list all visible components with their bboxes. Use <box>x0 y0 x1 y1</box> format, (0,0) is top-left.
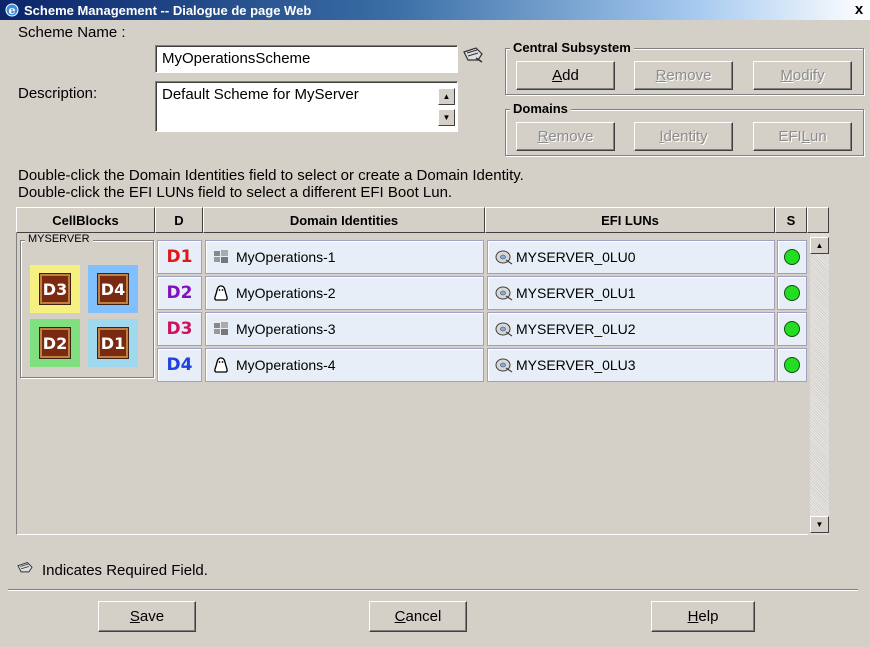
grid-scroll-up-button[interactable]: ▲ <box>810 237 829 254</box>
grid-scroll-down-button[interactable]: ▼ <box>810 516 829 533</box>
description-label: Description: <box>18 85 98 102</box>
required-field-note: Indicates Required Field. <box>42 562 208 579</box>
help-button[interactable]: Help <box>651 601 755 632</box>
cellblock-tile-label: D4 <box>98 274 128 304</box>
cellblock-tile-label: D1 <box>98 328 128 358</box>
required-field-icon <box>463 47 483 63</box>
remove-subsystem-button[interactable]: Remove <box>634 61 733 90</box>
domain-identity-cell[interactable]: MyOperations-2 <box>205 276 484 310</box>
column-header-spacer <box>807 207 829 233</box>
remove-domain-button[interactable]: Remove <box>516 122 615 151</box>
window-title: Scheme Management -- Dialogue de page We… <box>24 2 312 18</box>
domain-identity-cell[interactable]: MyOperations-3 <box>205 312 484 346</box>
domains-legend: Domains <box>510 101 571 116</box>
status-indicator-icon <box>784 321 800 337</box>
status-indicator-icon <box>784 249 800 265</box>
svg-text:e: e <box>9 4 16 17</box>
close-button[interactable]: x <box>850 1 868 19</box>
domain-d-cell[interactable]: D4 <box>157 348 202 382</box>
efi-lun-text: MYSERVER_0LU1 <box>516 285 636 301</box>
status-cell[interactable] <box>777 276 807 310</box>
ie-icon: e <box>5 3 19 17</box>
column-header-efi-luns[interactable]: EFI LUNs <box>485 207 775 233</box>
add-subsystem-button[interactable]: Add <box>516 61 615 90</box>
footer-separator <box>8 589 858 591</box>
efi-lun-text: MYSERVER_0LU3 <box>516 357 636 373</box>
scheme-name-input[interactable]: MyOperationsScheme <box>155 45 458 73</box>
domain-d-cell[interactable]: D3 <box>157 312 202 346</box>
domain-identity-text: MyOperations-1 <box>236 249 336 265</box>
domain-identity-text: MyOperations-3 <box>236 321 336 337</box>
cellblock-tile-label: D3 <box>40 274 70 304</box>
domain-badge: D2 <box>166 283 193 303</box>
description-textarea[interactable]: Default Scheme for MyServer <box>155 81 458 132</box>
disk-icon <box>494 285 514 301</box>
efi-lun-button[interactable]: EFI Lun <box>753 122 852 151</box>
status-cell[interactable] <box>777 312 807 346</box>
title-bar: e Scheme Management -- Dialogue de page … <box>0 0 870 20</box>
linux-penguin-icon <box>212 285 230 301</box>
efi-lun-text: MYSERVER_0LU2 <box>516 321 636 337</box>
domain-d-cell[interactable]: D1 <box>157 240 202 274</box>
cancel-button[interactable]: Cancel <box>369 601 467 632</box>
grid-scrollbar[interactable]: ▲ ▼ <box>810 233 829 535</box>
cellblock-legend: MYSERVER <box>25 233 93 245</box>
status-cell[interactable] <box>777 240 807 274</box>
central-subsystem-legend: Central Subsystem <box>510 40 634 55</box>
efi-lun-cell[interactable]: MYSERVER_0LU1 <box>487 276 775 310</box>
domain-identity-text: MyOperations-4 <box>236 357 336 373</box>
cellblock-tile-d3[interactable]: D3 <box>30 265 80 313</box>
windows-icon <box>212 249 230 265</box>
domain-identity-cell[interactable]: MyOperations-1 <box>205 240 484 274</box>
efi-lun-cell[interactable]: MYSERVER_0LU3 <box>487 348 775 382</box>
cellblock-tile-label: D2 <box>40 328 70 358</box>
scroll-down-button[interactable]: ▼ <box>438 109 455 126</box>
disk-icon <box>494 321 514 337</box>
scheme-name-label: Scheme Name : <box>18 24 126 41</box>
cellblock-tile-d2[interactable]: D2 <box>30 319 80 367</box>
efi-lun-cell[interactable]: MYSERVER_0LU0 <box>487 240 775 274</box>
modify-subsystem-button[interactable]: Modify <box>753 61 852 90</box>
domain-identity-cell[interactable]: MyOperations-4 <box>205 348 484 382</box>
efi-lun-cell[interactable]: MYSERVER_0LU2 <box>487 312 775 346</box>
scroll-up-button[interactable]: ▲ <box>438 88 455 105</box>
windows-icon <box>212 321 230 337</box>
disk-icon <box>494 357 514 373</box>
status-indicator-icon <box>784 285 800 301</box>
cellblock-tile-d1[interactable]: D1 <box>88 319 138 367</box>
column-header-s[interactable]: S <box>775 207 807 233</box>
column-header-cellblocks[interactable]: CellBlocks <box>16 207 155 233</box>
hint-domain-identities: Double-click the Domain Identities field… <box>18 167 524 184</box>
status-cell[interactable] <box>777 348 807 382</box>
domain-d-cell[interactable]: D2 <box>157 276 202 310</box>
linux-penguin-icon <box>212 357 230 373</box>
efi-lun-text: MYSERVER_0LU0 <box>516 249 636 265</box>
cellblock-tile-d4[interactable]: D4 <box>88 265 138 313</box>
save-button[interactable]: Save <box>98 601 196 632</box>
column-header-domain-identities[interactable]: Domain Identities <box>203 207 485 233</box>
hint-efi-luns: Double-click the EFI LUNs field to selec… <box>18 184 453 201</box>
domain-badge: D4 <box>166 355 193 375</box>
column-header-d[interactable]: D <box>155 207 203 233</box>
disk-icon <box>494 249 514 265</box>
required-field-icon <box>17 562 33 573</box>
identity-button[interactable]: Identity <box>634 122 733 151</box>
domain-identity-text: MyOperations-2 <box>236 285 336 301</box>
domain-badge: D1 <box>166 247 193 267</box>
domain-badge: D3 <box>166 319 193 339</box>
status-indicator-icon <box>784 357 800 373</box>
